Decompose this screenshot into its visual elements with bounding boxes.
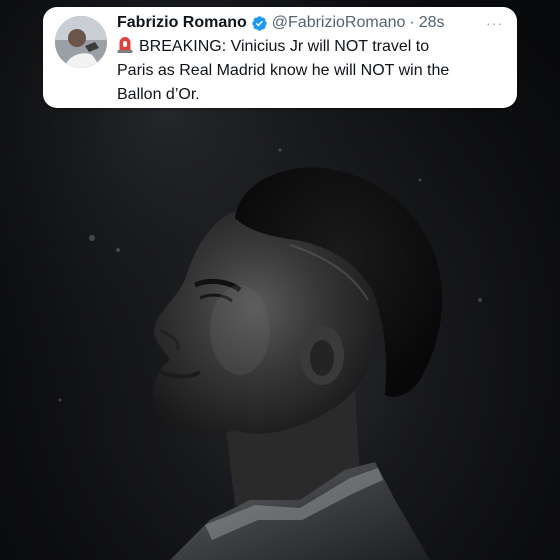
verified-badge-icon [252,15,267,31]
tweet-body: Fabrizio Romano @FabrizioRomano · 28s ··… [117,12,503,103]
more-options-icon[interactable]: ··· [486,15,503,31]
siren-emoji-icon [117,37,133,53]
handle[interactable]: @FabrizioRomano [272,14,406,32]
timestamp[interactable]: 28s [419,14,445,32]
tweet-text-line-1: BREAKING: Vinicius Jr will NOT travel to [117,35,503,59]
post-image: Fabrizio Romano @FabrizioRomano · 28s ··… [0,0,560,560]
separator-dot: · [409,14,415,31]
tweet-text-line-1-text: BREAKING: Vinicius Jr will NOT travel to [139,38,430,55]
tweet-card[interactable]: Fabrizio Romano @FabrizioRomano · 28s ··… [43,7,517,108]
tweet-text-line-3: Ballon d’Or. [117,86,200,103]
display-name[interactable]: Fabrizio Romano [117,14,247,32]
tweet-header: Fabrizio Romano @FabrizioRomano · 28s ··… [117,12,503,34]
profile-photo-icon [55,16,107,68]
tweet-text: BREAKING: Vinicius Jr will NOT travel to… [117,35,503,107]
tweet-text-line-2: Paris as Real Madrid know he will NOT wi… [117,62,450,79]
avatar[interactable] [55,16,107,68]
